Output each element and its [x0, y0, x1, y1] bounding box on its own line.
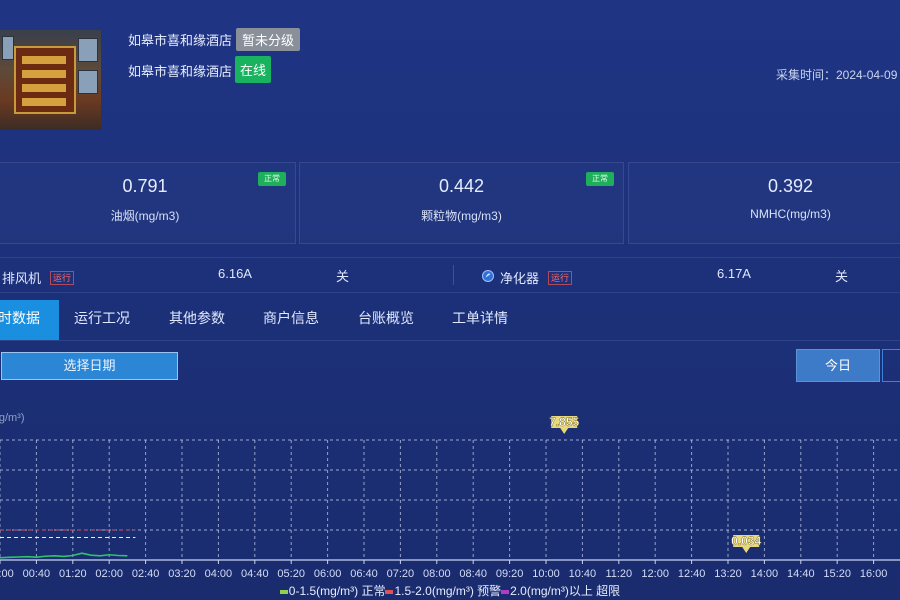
purifier-switch-state: 关	[835, 269, 849, 284]
x-tick-label: 08:40	[459, 568, 487, 580]
metric-card-oil-smoke: 0.791 油烟(mg/m3) 正常	[0, 162, 296, 244]
x-tick-label: 01:20	[59, 568, 87, 580]
metric-value: 0.791	[122, 176, 168, 196]
metric-value: 0.442	[438, 176, 485, 196]
today-button[interactable]: 今日	[796, 349, 880, 382]
x-tick-label: 00:40	[23, 568, 51, 580]
tab-merchant-info[interactable]: 商户信息	[263, 300, 319, 340]
min-marker: 0.034	[731, 534, 762, 553]
chart-legend: 0-1.5(mg/m³) 正常 1.5-2.0(mg/m³) 预警 2.0(mg/m…	[0, 582, 900, 599]
x-tick-label: 10:00	[532, 568, 560, 580]
fan-current: 6.16A	[218, 266, 252, 281]
tab-other-params[interactable]: 其他参数	[169, 300, 225, 340]
purifier-run-tag: 运行	[548, 271, 573, 285]
x-tick-label: 02:40	[132, 568, 160, 580]
tab-bar: 时数据 运行工况 其他参数 商户信息 台账概览 工单详情	[0, 300, 900, 341]
legend-item-exceed: 2.0(mg/m³)以上 超限	[510, 584, 621, 598]
x-tick-label: 12:00	[641, 568, 669, 580]
threshold-lines	[0, 529, 136, 538]
x-tick-label: 03:20	[168, 568, 196, 580]
fan-label: 排风机	[2, 271, 42, 286]
x-tick-label: 11:20	[605, 568, 632, 580]
store-name: 如皋市喜和缘酒店	[128, 33, 233, 48]
x-tick-label: 04:40	[241, 568, 269, 580]
series-line	[0, 552, 128, 559]
x-tick-label: 07:20	[387, 568, 415, 580]
x-tick-label: 04:00	[205, 568, 233, 580]
purifier-label: 净化器	[500, 271, 540, 286]
x-tick-label: 14:00	[751, 568, 779, 580]
device-status-row	[0, 257, 900, 293]
x-axis-ticks: 00:00 00:40 01:20 02:00 02:40 03:20 04:00 04:40…	[0, 560, 887, 580]
fan-switch-state: 关	[336, 269, 350, 284]
tab-hourly-data[interactable]: 时数据	[0, 300, 59, 340]
metric-label: NMHC(mg/m3)	[750, 207, 831, 221]
x-tick-label: 00:00	[0, 568, 14, 580]
series-layer	[0, 552, 128, 559]
select-date-button[interactable]: 选择日期	[1, 352, 178, 380]
legend-swatch-normal	[279, 589, 288, 594]
x-tick-label: 06:00	[314, 568, 342, 580]
legend-item-normal: 0-1.5(mg/m³) 正常	[288, 584, 386, 598]
x-tick-label: 13:20	[714, 568, 742, 580]
concentration-chart: 00:00 00:40 01:20 02:00 02:40 03:20 04:00 04:40…	[0, 415, 900, 580]
x-tick-label: 15:20	[823, 568, 851, 580]
tab-ledger-overview[interactable]: 台账概览	[358, 300, 414, 340]
purifier-current: 6.17A	[717, 266, 751, 281]
legend-swatch-warning	[385, 589, 394, 594]
x-tick-label: 10:40	[569, 568, 597, 580]
status-badge: 正常	[586, 172, 614, 186]
legend-item-warning: 1.5-2.0(mg/m³) 预警	[394, 584, 502, 598]
marker-label: 0.034	[731, 534, 761, 548]
fan-run-tag: 运行	[50, 271, 75, 285]
status-badge: 正常	[258, 172, 286, 186]
chart-grid	[0, 439, 900, 561]
metric-card-particulate: 0.442 颗粒物(mg/m3) 正常	[299, 162, 624, 244]
x-tick-label: 06:40	[350, 568, 378, 580]
max-marker: 7.855	[549, 415, 580, 434]
store-name-secondary: 如皋市喜和缘酒店	[128, 64, 233, 79]
legend-swatch-exceed	[501, 589, 510, 594]
x-tick-label: 12:40	[678, 568, 706, 580]
x-tick-label: 16:00	[860, 568, 888, 580]
store-photo	[0, 30, 101, 130]
metric-card-nmhc: 0.392 NMHC(mg/m3)	[628, 162, 900, 244]
x-tick-label: 14:40	[787, 568, 815, 580]
marker-label: 7.855	[549, 415, 579, 429]
metric-label: 油烟(mg/m3)	[110, 209, 180, 223]
next-range-button[interactable]	[882, 349, 900, 382]
x-tick-label: 08:00	[423, 568, 451, 580]
x-tick-label: 05:20	[277, 568, 305, 580]
grade-badge: 暂未分级	[236, 28, 301, 51]
tab-work-order[interactable]: 工单详情	[452, 300, 508, 340]
tab-operating-status[interactable]: 运行工况	[74, 300, 130, 340]
x-tick-label: 09:20	[496, 568, 524, 580]
online-status-badge: 在线	[235, 56, 272, 83]
metric-label: 颗粒物(mg/m3)	[421, 209, 502, 223]
collect-time: 采集时间：2024-04-09	[776, 68, 898, 82]
metric-value: 0.392	[767, 176, 814, 196]
divider	[453, 265, 454, 285]
x-tick-label: 02:00	[95, 568, 123, 580]
purifier-icon	[482, 269, 494, 282]
